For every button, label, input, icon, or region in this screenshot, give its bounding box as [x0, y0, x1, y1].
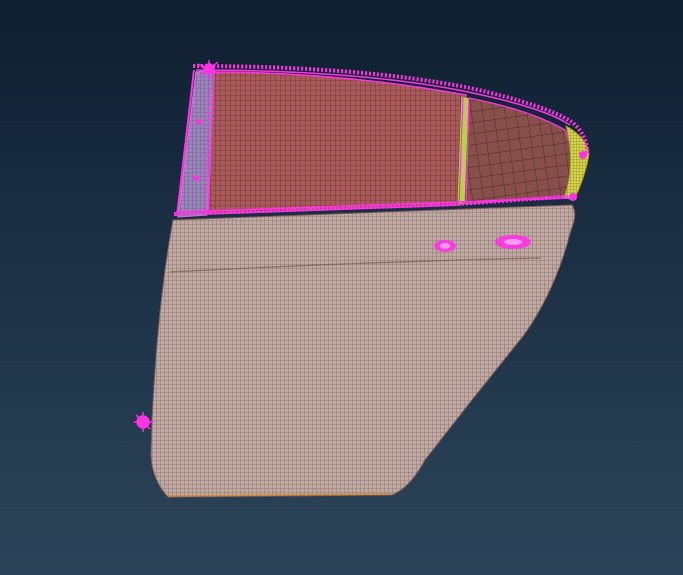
- hinge-connector: [134, 412, 154, 432]
- door-mesh-model[interactable]: [0, 0, 683, 575]
- graphics-viewport[interactable]: [0, 0, 683, 575]
- window-glass-mesh[interactable]: [207, 71, 467, 215]
